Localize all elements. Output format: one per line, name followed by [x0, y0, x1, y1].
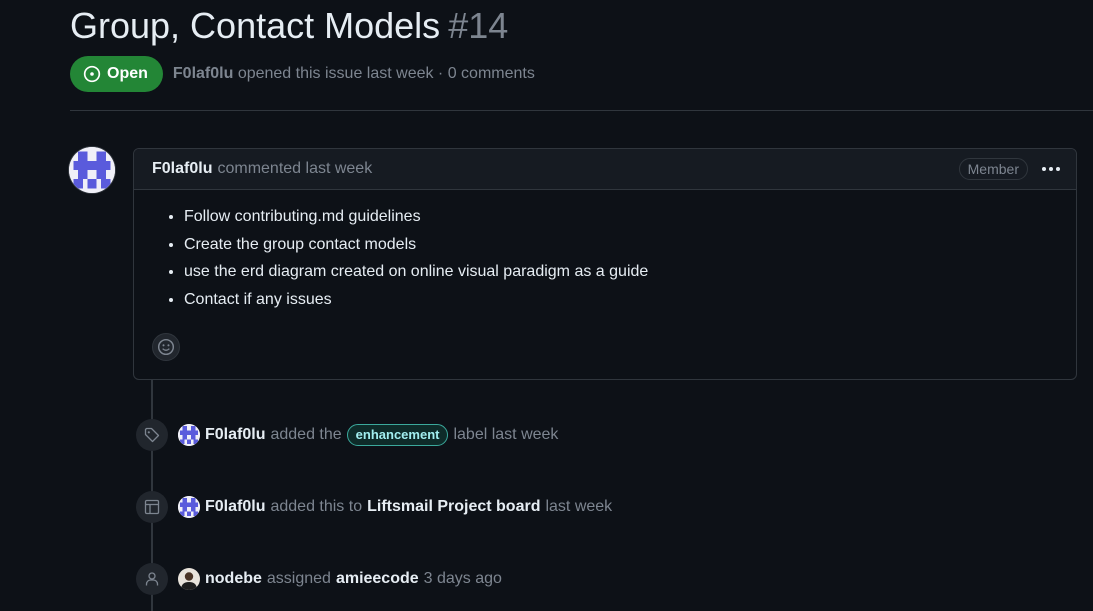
issue-title: Group, Contact Models #14	[70, 4, 508, 48]
event-suffix: 3 days ago	[423, 570, 502, 587]
comment-header: F0laf0lu commented last week Member	[134, 149, 1076, 190]
issue-meta-text: F0laf0lu opened this issue last week · 0…	[173, 65, 535, 83]
event-text: F0laf0lu added the enhancement label las…	[205, 424, 558, 446]
person-icon	[136, 563, 168, 595]
issue-state-label: Open	[107, 65, 148, 82]
list-item: use the erd diagram created on online vi…	[184, 262, 1076, 282]
list-item: Contact if any issues	[184, 290, 1076, 310]
issue-comment: F0laf0lu commented last week Member Foll…	[133, 148, 1077, 380]
issue-opened-text: opened this issue last week · 0 comments	[237, 65, 535, 82]
event-suffix: last week	[545, 498, 613, 515]
event-text: nodebe assigned amieecode 3 days ago	[205, 570, 502, 588]
smiley-icon	[157, 338, 175, 356]
comment-author-avatar[interactable]	[69, 147, 115, 193]
enhancement-label[interactable]: enhancement	[346, 424, 449, 446]
comment-body: Follow contributing.md guidelines Create…	[134, 207, 1076, 310]
header-divider	[70, 110, 1093, 111]
timeline-event-labeled: F0laf0lu added the enhancement label las…	[136, 419, 558, 451]
event-suffix: label last week	[453, 426, 559, 443]
event-action: assigned	[266, 570, 331, 587]
avatar[interactable]	[178, 568, 200, 590]
list-item: Create the group contact models	[184, 235, 1076, 255]
issue-author-link[interactable]: F0laf0lu	[173, 65, 233, 82]
event-action: added the	[270, 426, 342, 443]
timeline-event-assigned: nodebe assigned amieecode 3 days ago	[136, 563, 502, 595]
comment-time-link[interactable]: commented last week	[217, 160, 372, 178]
issue-opened-icon	[83, 65, 101, 83]
issue-meta: Open F0laf0lu opened this issue last wee…	[70, 56, 535, 92]
issue-title-text: Group, Contact Models	[70, 5, 441, 46]
issue-number: #14	[448, 5, 509, 46]
event-text: F0laf0lu added this to Liftsmail Project…	[205, 498, 612, 516]
event-action: added this to	[270, 498, 363, 515]
kebab-horizontal-icon[interactable]	[1040, 161, 1062, 177]
timeline-event-project: F0laf0lu added this to Liftsmail Project…	[136, 491, 612, 523]
project-board-link[interactable]: Liftsmail Project board	[367, 498, 540, 516]
list-item: Follow contributing.md guidelines	[184, 207, 1076, 227]
assignee-link[interactable]: amieecode	[336, 570, 419, 588]
issue-state-badge: Open	[70, 56, 163, 92]
event-actor-link[interactable]: F0laf0lu	[205, 498, 265, 516]
avatar[interactable]	[178, 424, 200, 446]
task-list: Follow contributing.md guidelines Create…	[134, 207, 1076, 310]
event-actor-link[interactable]: F0laf0lu	[205, 426, 265, 444]
member-role-badge: Member	[958, 158, 1028, 180]
comment-author-link[interactable]: F0laf0lu	[152, 160, 212, 178]
add-reaction-button[interactable]	[152, 333, 180, 361]
project-icon	[136, 491, 168, 523]
tag-icon	[136, 419, 168, 451]
event-actor-link[interactable]: nodebe	[205, 570, 262, 588]
avatar[interactable]	[178, 496, 200, 518]
